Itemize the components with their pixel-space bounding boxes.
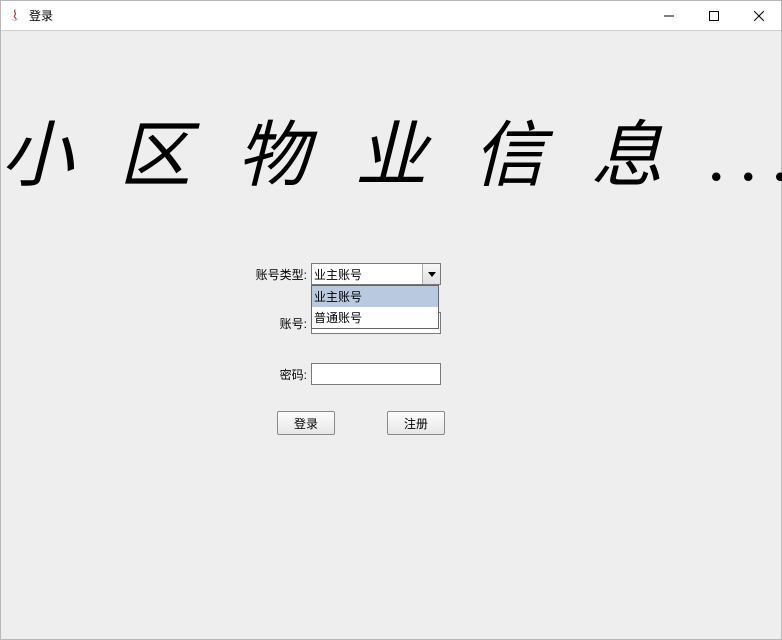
account-type-combo[interactable]: 业主账号: [311, 263, 441, 285]
dropdown-option-owner[interactable]: 业主账号: [312, 286, 438, 307]
register-button[interactable]: 注册: [387, 411, 445, 435]
dropdown-option-normal[interactable]: 普通账号: [312, 307, 438, 328]
password-row: 密码:: [245, 363, 441, 385]
login-button[interactable]: 登录: [277, 411, 335, 435]
page-title: 小 区 物 业 信 息 ...: [1, 96, 781, 201]
java-app-icon: [7, 8, 23, 24]
titlebar: 登录: [1, 1, 781, 31]
account-type-value: 业主账号: [312, 266, 422, 283]
combo-dropdown-button[interactable]: [422, 264, 440, 284]
password-input[interactable]: [311, 363, 441, 385]
window: 登录 小 区 物 业 信 息 ... 账号类型: 业主账号: [0, 0, 782, 640]
account-type-label: 账号类型:: [245, 266, 307, 283]
window-controls: [646, 1, 781, 30]
account-type-dropdown[interactable]: 业主账号 普通账号: [311, 285, 439, 329]
password-label: 密码:: [245, 366, 307, 383]
maximize-button[interactable]: [691, 1, 736, 30]
account-label: 账号:: [245, 315, 307, 332]
buttons-row: 登录 注册: [277, 411, 445, 435]
account-type-row: 账号类型: 业主账号: [245, 263, 441, 285]
close-button[interactable]: [736, 1, 781, 30]
minimize-button[interactable]: [646, 1, 691, 30]
chevron-down-icon: [428, 272, 436, 277]
window-title: 登录: [29, 7, 53, 24]
client-area: 小 区 物 业 信 息 ... 账号类型: 业主账号 业主账号 普通账号 账号:…: [1, 31, 781, 639]
